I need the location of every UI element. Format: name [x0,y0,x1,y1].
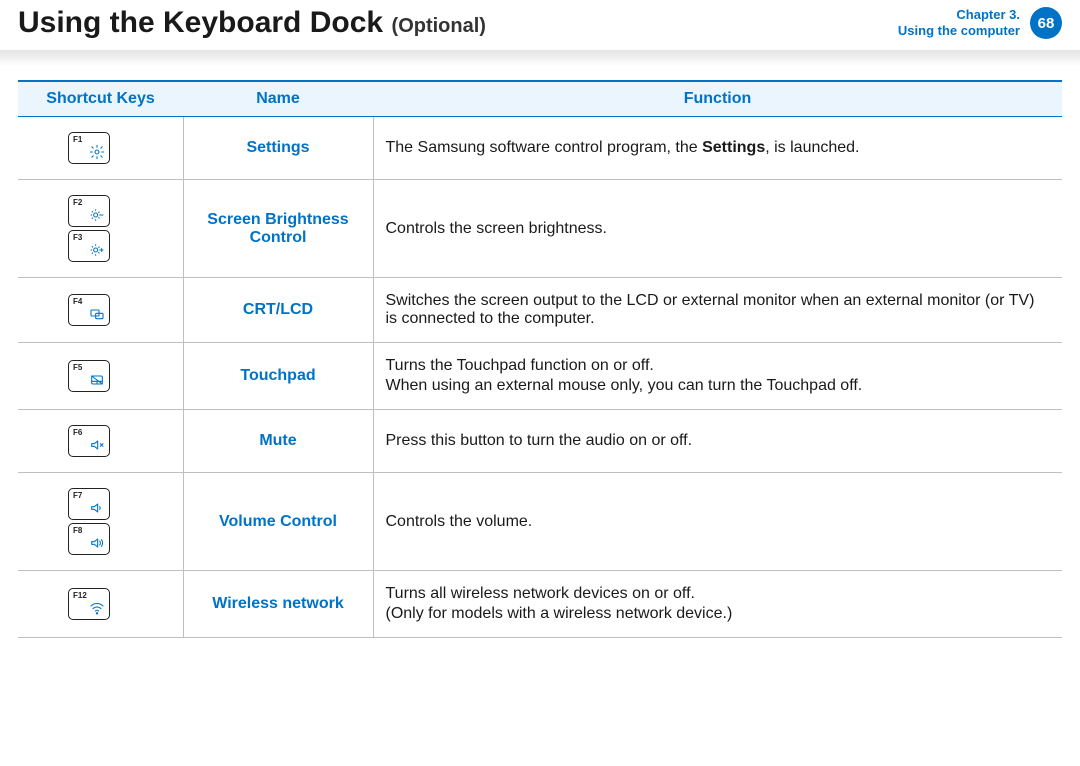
name-cell-volume: Volume Control [183,473,373,571]
name-cell-mute: Mute [183,410,373,473]
table-row: F1 Settings The Samsung software control… [18,117,1062,180]
function-cell: Turns the Touchpad function on or off. W… [373,343,1062,410]
keys-cell: F6 [18,410,183,473]
touchpad-icon [89,372,105,388]
chapter-line2: Using the computer [898,23,1020,39]
function-cell: Controls the volume. [373,473,1062,571]
table-row: F5 Touchpad Turns the Touchpad function … [18,343,1062,410]
function-cell: Press this button to turn the audio on o… [373,410,1062,473]
function-cell: Switches the screen output to the LCD or… [373,278,1062,343]
volume-up-icon [89,535,105,551]
settings-gear-icon [89,144,105,160]
keycap-f2: F2 [68,195,110,227]
name-cell-crtlcd: CRT/LCD [183,278,373,343]
name-cell-settings: Settings [183,117,373,180]
keycap-f4: F4 [68,294,110,326]
header-divider [0,50,1080,66]
table-row: F12 Wireless network Turns all wireless … [18,571,1062,638]
keys-cell: F12 [18,571,183,638]
keys-cell: F1 [18,117,183,180]
keycap-f6: F6 [68,425,110,457]
function-cell: Controls the screen brightness. [373,180,1062,278]
shortcut-table-wrap: Shortcut Keys Name Function F1 Settings … [0,66,1080,638]
table-row: F7 F8 Volume Control Controls the volume… [18,473,1062,571]
page-number-badge: 68 [1030,7,1062,39]
keys-cell: F5 [18,343,183,410]
keycap-f1: F1 [68,132,110,164]
page-title: Using the Keyboard Dock [18,6,383,39]
crt-lcd-icon [89,306,105,322]
name-cell-wireless: Wireless network [183,571,373,638]
chapter-box: Chapter 3. Using the computer 68 [898,7,1062,40]
keycap-f8: F8 [68,523,110,555]
page-title-group: Using the Keyboard Dock (Optional) [18,6,486,40]
volume-down-icon [89,500,105,516]
table-row: F4 CRT/LCD Switches the screen output to… [18,278,1062,343]
keys-cell: F2 F3 [18,180,183,278]
name-cell-touchpad: Touchpad [183,343,373,410]
function-cell: Turns all wireless network devices on or… [373,571,1062,638]
col-header-function: Function [373,81,1062,117]
keycap-f5: F5 [68,360,110,392]
table-row: F2 F3 Screen Brightness Control Controls… [18,180,1062,278]
col-header-name: Name [183,81,373,117]
col-header-keys: Shortcut Keys [18,81,183,117]
keycap-f3: F3 [68,230,110,262]
keys-cell: F7 F8 [18,473,183,571]
table-row: F6 Mute Press this button to turn the au… [18,410,1062,473]
page-header: Using the Keyboard Dock (Optional) Chapt… [0,0,1080,50]
brightness-down-icon [89,207,105,223]
keys-cell: F4 [18,278,183,343]
keycap-f12: F12 [68,588,110,620]
chapter-text: Chapter 3. Using the computer [898,7,1020,40]
mute-icon [89,437,105,453]
chapter-line1: Chapter 3. [898,7,1020,23]
wifi-icon [89,600,105,616]
function-cell: The Samsung software control program, th… [373,117,1062,180]
brightness-up-icon [89,242,105,258]
page-subtitle: (Optional) [392,15,486,37]
keycap-f7: F7 [68,488,110,520]
name-cell-brightness: Screen Brightness Control [183,180,373,278]
shortcut-keys-table: Shortcut Keys Name Function F1 Settings … [18,80,1062,638]
